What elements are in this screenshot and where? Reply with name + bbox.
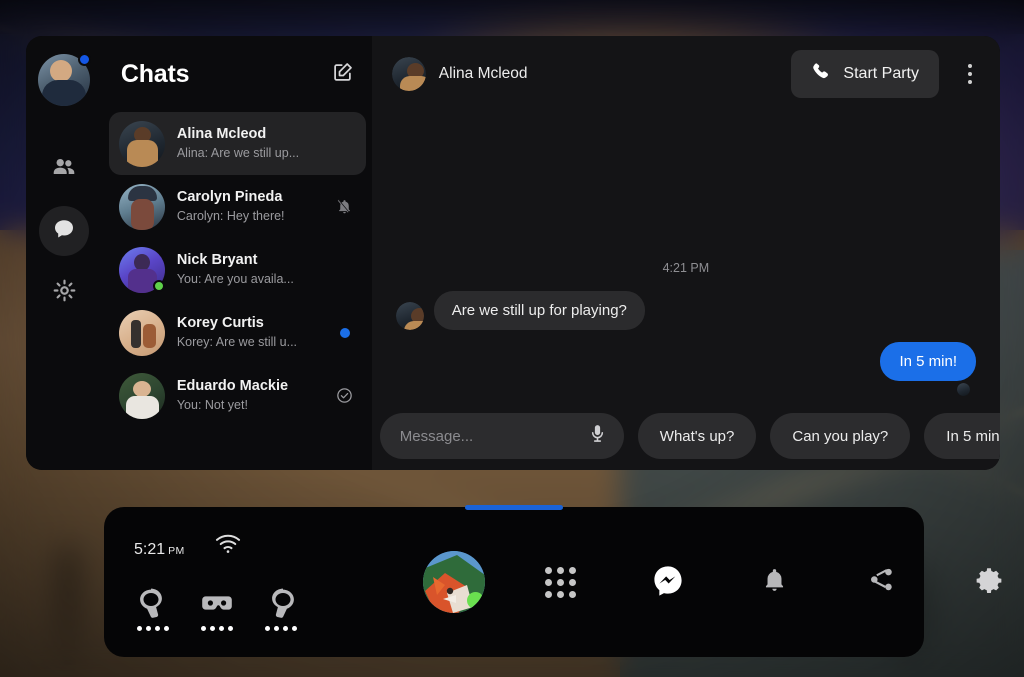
status-badge: [467, 592, 484, 609]
chat-list-header: Chats: [103, 36, 372, 112]
list-item-name: Carolyn Pineda: [177, 188, 322, 207]
list-item-preview: You: Are you availa...: [177, 270, 322, 288]
message-bubble: Are we still up for playing?: [434, 291, 645, 330]
conversation-column: Alina Mcleod Start Party 4:21 PM Are w: [372, 36, 1000, 470]
search-input[interactable]: Message...: [380, 413, 624, 459]
conversation-header: Alina Mcleod Start Party: [372, 36, 1000, 112]
phone-icon: [811, 61, 833, 88]
start-party-label: Start Party: [843, 65, 919, 83]
start-party-button[interactable]: Start Party: [791, 50, 939, 98]
battery-dots: [265, 626, 297, 631]
avatar: [119, 184, 165, 230]
seen-avatar-icon: [957, 383, 970, 396]
dock-item-settings[interactable]: [935, 507, 1024, 657]
list-item[interactable]: Eduardo Mackie You: Not yet!: [109, 364, 366, 427]
avatar: [396, 302, 424, 330]
dock-item-apps[interactable]: [507, 507, 614, 657]
messenger-icon: [652, 564, 684, 601]
gear-icon: [52, 278, 77, 308]
list-item-name: Nick Bryant: [177, 251, 322, 270]
list-item-name: Alina Mcleod: [177, 125, 322, 144]
chat-bubble-icon: [52, 217, 76, 246]
quick-reply-chip[interactable]: In 5 min!: [924, 413, 1000, 459]
bell-muted-icon: [334, 198, 356, 215]
profile-status-badge: [78, 53, 91, 66]
messenger-panel: Chats Alina Mcleod Alina: Are we still u…: [26, 36, 1000, 470]
list-item-preview: Alina: Are we still up...: [177, 144, 322, 162]
dock-item-messenger[interactable]: [614, 507, 721, 657]
list-item[interactable]: Carolyn Pineda Carolyn: Hey there!: [109, 175, 366, 238]
compose-edit-icon[interactable]: [332, 61, 354, 88]
message-composer: Message... What's up? Can you play? In 5…: [372, 402, 1000, 470]
page-title: Chats: [121, 60, 189, 89]
message-bubble: In 5 min!: [880, 342, 976, 381]
avatar: [119, 247, 165, 293]
sidebar-item-settings[interactable]: [39, 268, 89, 318]
more-vertical-icon[interactable]: [952, 52, 988, 96]
dock-item-notifications[interactable]: [721, 507, 828, 657]
message-incoming: Are we still up for playing?: [396, 291, 976, 330]
seen-receipt: [396, 383, 976, 396]
clock: 5:21PM: [134, 541, 185, 559]
device-battery-indicators: [129, 587, 305, 631]
list-item[interactable]: Alina Mcleod Alina: Are we still up...: [109, 112, 366, 175]
share-icon: [868, 566, 895, 598]
dock-item-profile[interactable]: [400, 507, 507, 657]
battery-dots: [137, 626, 169, 631]
avatar: [119, 121, 165, 167]
sidebar-item-chats[interactable]: [39, 206, 89, 256]
app-grid-icon: [545, 567, 576, 598]
list-item[interactable]: Korey Curtis Korey: Are we still u...: [109, 301, 366, 364]
unread-dot: [334, 328, 356, 338]
list-item-preview: You: Not yet!: [177, 396, 322, 414]
dock-item-sharing[interactable]: [828, 507, 935, 657]
conversation-contact-name: Alina Mcleod: [439, 65, 779, 83]
quick-reply-chip[interactable]: Can you play?: [770, 413, 910, 459]
status-badge: [153, 280, 165, 292]
battery-dots: [201, 626, 233, 631]
list-item-name: Korey Curtis: [177, 314, 322, 333]
wifi-icon: [215, 534, 241, 559]
fox-avatar-icon: [423, 551, 485, 613]
dock-app-bar: [400, 507, 924, 657]
profile-avatar-button[interactable]: [38, 54, 90, 106]
microphone-icon[interactable]: [587, 423, 608, 449]
headset-icon: [193, 587, 241, 631]
message-input-placeholder: Message...: [400, 428, 473, 445]
list-item-preview: Carolyn: Hey there!: [177, 207, 322, 225]
list-item-preview: Korey: Are we still u...: [177, 333, 322, 351]
gear-icon: [975, 566, 1003, 599]
system-dock: 5:21PM: [104, 507, 924, 657]
avatar: [119, 373, 165, 419]
message-timestamp: 4:21 PM: [396, 261, 976, 275]
avatar: [392, 57, 426, 91]
list-item[interactable]: Nick Bryant You: Are you availa...: [109, 238, 366, 301]
people-icon: [51, 154, 77, 185]
message-outgoing: In 5 min!: [396, 342, 976, 381]
avatar: [119, 310, 165, 356]
quick-reply-chip[interactable]: What's up?: [638, 413, 757, 459]
list-item-name: Eduardo Mackie: [177, 377, 322, 396]
left-controller-icon: [129, 587, 177, 631]
clock-period: PM: [168, 545, 184, 557]
right-controller-icon: [257, 587, 305, 631]
clock-time: 5:21: [134, 541, 165, 558]
chat-list-column: Chats Alina Mcleod Alina: Are we still u…: [103, 36, 372, 470]
sidebar-rail: [26, 36, 103, 470]
check-circle-icon: [334, 387, 356, 404]
sidebar-item-people[interactable]: [39, 144, 89, 194]
message-thread: 4:21 PM Are we still up for playing? In …: [372, 112, 1000, 402]
dock-status-area: 5:21PM: [134, 534, 241, 559]
bell-icon: [761, 566, 788, 598]
